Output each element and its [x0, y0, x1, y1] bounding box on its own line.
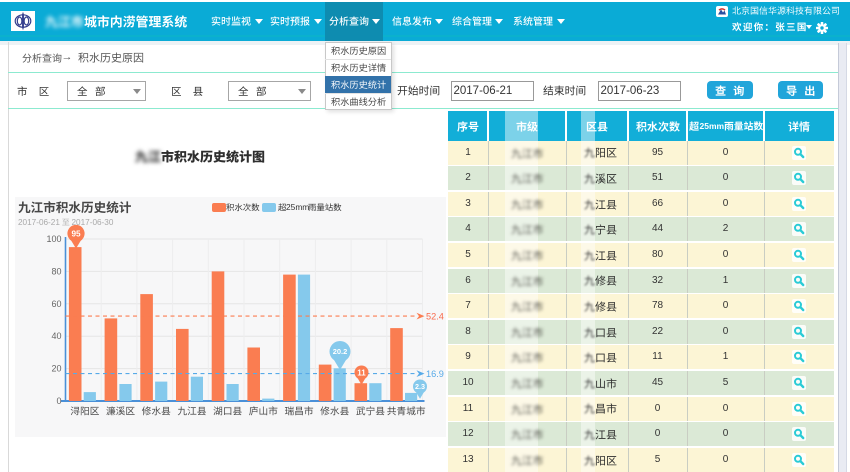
svg-text:11: 11 — [357, 368, 366, 377]
svg-text:16.9: 16.9 — [426, 369, 444, 379]
svg-text:52.4: 52.4 — [426, 311, 444, 321]
svg-text:60: 60 — [51, 299, 61, 309]
svg-text:100: 100 — [46, 234, 61, 244]
svg-text:20: 20 — [51, 364, 61, 374]
svg-text:2017-06-30: 2017-06-30 — [72, 218, 114, 227]
svg-text:40: 40 — [51, 331, 61, 341]
svg-text:80: 80 — [51, 266, 61, 276]
svg-text:2.3: 2.3 — [415, 382, 425, 391]
svg-text:2017-06-21: 2017-06-21 — [18, 218, 60, 227]
svg-text:20.2: 20.2 — [333, 347, 348, 356]
svg-text:0: 0 — [56, 396, 61, 406]
svg-text:95: 95 — [71, 230, 81, 239]
